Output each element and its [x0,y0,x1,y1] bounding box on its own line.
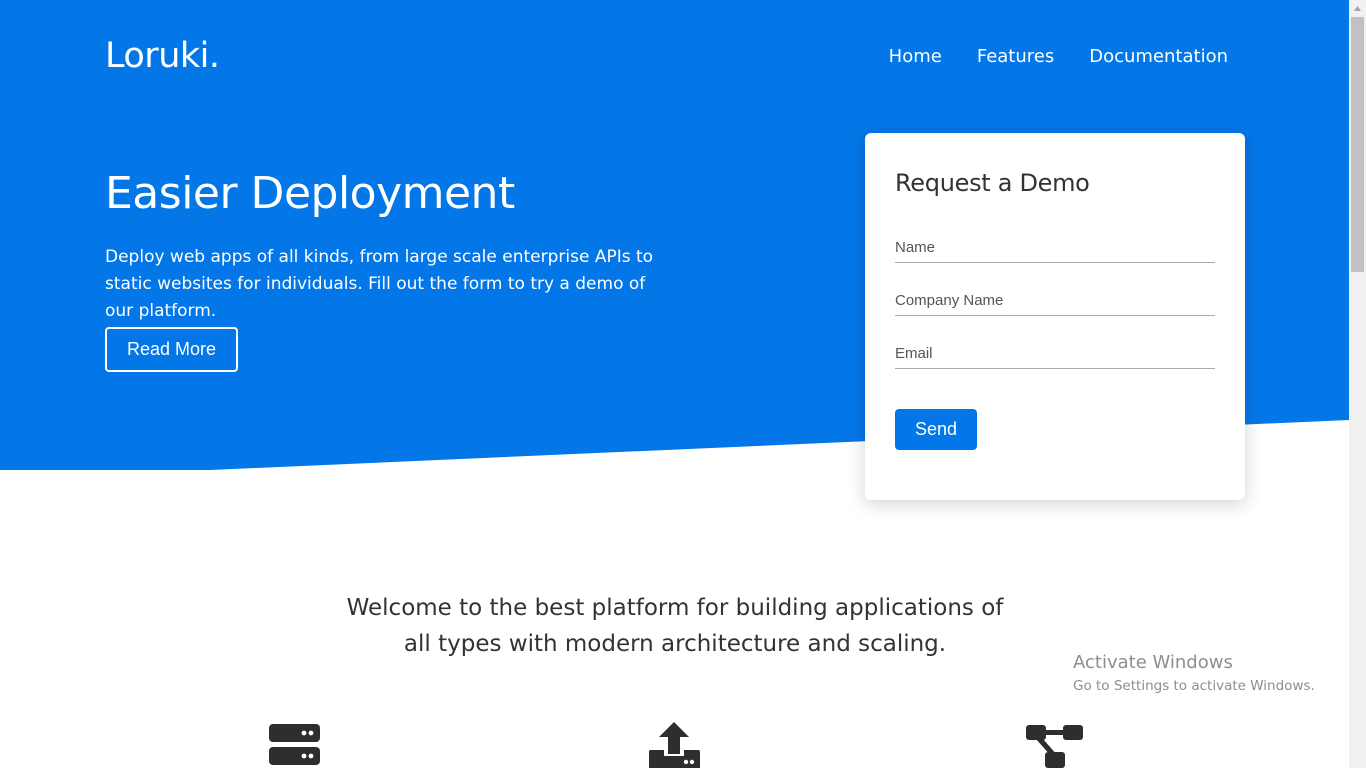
network-icon [1026,725,1083,768]
watermark-subtitle: Go to Settings to activate Windows. [1073,678,1315,694]
scroll-up-arrow-icon[interactable] [1349,0,1366,17]
hero-title: Easier Deployment [105,168,515,219]
nav-link-documentation[interactable]: Documentation [1089,46,1228,67]
server-icon [269,724,320,765]
company-name-input[interactable] [895,286,1215,316]
email-input[interactable] [895,339,1215,369]
scrollbar-thumb[interactable] [1351,17,1364,272]
demo-request-card: Request a Demo Send [865,133,1245,500]
activate-windows-watermark: Activate Windows Go to Settings to activ… [1073,652,1315,696]
welcome-text: Welcome to the best platform for buildin… [346,595,1004,657]
demo-form-title: Request a Demo [895,169,1090,197]
watermark-title: Activate Windows [1073,652,1233,673]
send-button[interactable]: Send [895,409,977,450]
main-nav: Home Features Documentation [889,46,1228,67]
nav-link-features[interactable]: Features [977,46,1054,67]
read-more-button[interactable]: Read More [105,327,238,372]
nav-link-home[interactable]: Home [889,46,942,67]
hero-description: Deploy web apps of all kinds, from large… [105,247,654,321]
site-logo[interactable]: Loruki. [105,36,220,76]
upload-icon [649,722,700,768]
name-input[interactable] [895,233,1215,263]
